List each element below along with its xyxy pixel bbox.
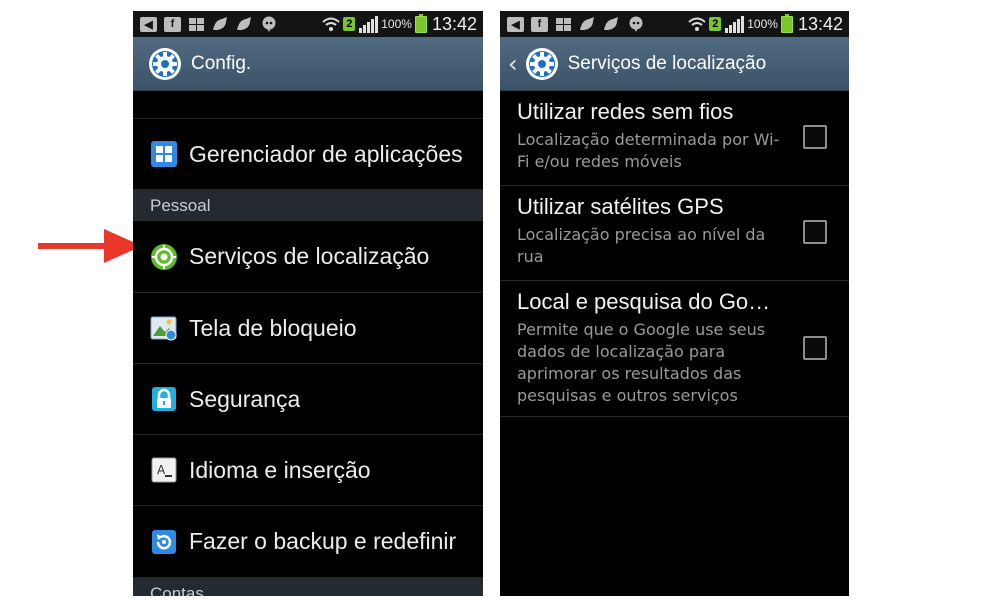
hangouts-icon <box>626 16 645 33</box>
list-item-language-input[interactable]: A Idioma e inserção <box>133 435 483 506</box>
bird-icon <box>235 16 254 33</box>
back-chevron-icon[interactable]: ‹ <box>508 50 518 78</box>
battery-icon <box>414 13 427 33</box>
list-item-label: Idioma e inserção <box>189 456 371 483</box>
list-item-partial <box>133 91 483 119</box>
list-item-label: Fazer o backup e redefinir <box>189 528 457 554</box>
backup-icon <box>152 529 176 554</box>
list-item-label: Tela de bloqueio <box>189 314 357 341</box>
list-item-label: Segurança <box>189 385 301 412</box>
location-services-screen: ◀ f 2 100% 13:42 ‹ Serviços de localizaç… <box>500 11 849 596</box>
checkbox-google-location-search[interactable] <box>803 336 827 360</box>
svg-text:A: A <box>157 463 166 477</box>
back-icon: ◀ <box>139 16 158 33</box>
windows-icon <box>187 16 206 33</box>
bird-icon <box>602 16 621 33</box>
status-bar: ◀ f 2 100% 13:42 <box>500 11 849 37</box>
clock: 13:42 <box>431 13 477 34</box>
lock-screen-icon <box>150 316 177 341</box>
signal-icon <box>359 15 379 33</box>
status-bar: ◀ f 2 100% 13:42 <box>133 11 483 37</box>
bird-icon <box>211 16 230 33</box>
clock: 13:42 <box>797 13 843 34</box>
hangouts-icon <box>259 16 278 33</box>
option-subtitle: Localização precisa ao nível da rua <box>517 225 766 266</box>
list-item-label: Serviços de localização <box>189 243 430 269</box>
option-wireless-networks[interactable]: Utilizar redes sem fios Localização dete… <box>500 91 849 186</box>
option-title: Local e pesquisa do Go… <box>517 289 771 314</box>
list-item-backup-reset[interactable]: Fazer o backup e redefinir <box>133 506 483 578</box>
action-bar: Config. <box>133 37 483 91</box>
padlock-icon <box>152 387 176 411</box>
option-subtitle: Localização determinada por Wi-Fi e/ou r… <box>517 130 780 171</box>
apps-grid-icon <box>151 141 177 167</box>
list-item-location-services[interactable]: Serviços de localização <box>133 221 483 293</box>
battery-icon <box>780 13 793 33</box>
battery-percent: 100% <box>381 17 412 31</box>
keyboard-icon: A <box>151 457 177 483</box>
wifi-icon <box>322 17 340 31</box>
checkbox-wireless-networks[interactable] <box>803 125 827 149</box>
settings-gear-icon <box>149 47 181 80</box>
option-subtitle: Permite que o Google use seus dados de l… <box>517 320 766 405</box>
section-header-personal: Pessoal <box>133 190 483 221</box>
settings-gear-icon <box>525 47 558 80</box>
facebook-icon: f <box>163 16 182 33</box>
list-item-lock-screen[interactable]: Tela de bloqueio <box>133 293 483 364</box>
facebook-icon: f <box>530 16 549 33</box>
back-icon: ◀ <box>506 16 525 33</box>
windows-icon <box>554 16 573 33</box>
list-item-label: Gerenciador de aplicações <box>189 140 463 167</box>
section-header-accounts: Contas <box>133 578 483 596</box>
location-icon <box>151 243 177 270</box>
page-title: Serviços de localização <box>567 52 767 74</box>
notification-badge: 2 <box>343 17 356 31</box>
checkbox-gps-satellites[interactable] <box>803 220 827 244</box>
action-bar[interactable]: ‹ Serviços de localização <box>500 37 849 91</box>
option-title: Utilizar redes sem fios <box>517 99 734 124</box>
settings-screen: ◀ f 2 100% 13:42 Config. Gerenciador de … <box>133 11 483 596</box>
notification-badge: 2 <box>709 17 722 31</box>
list-item-security[interactable]: Segurança <box>133 364 483 435</box>
wifi-icon <box>688 17 706 31</box>
battery-percent: 100% <box>747 17 778 31</box>
red-arrow-annotation <box>38 229 142 263</box>
bird-icon <box>578 16 597 33</box>
list-item-app-manager[interactable]: Gerenciador de aplicações <box>133 119 483 190</box>
option-gps-satellites[interactable]: Utilizar satélites GPS Localização preci… <box>500 186 849 281</box>
option-title: Utilizar satélites GPS <box>517 194 724 219</box>
signal-icon <box>725 15 745 33</box>
option-google-location-search[interactable]: Local e pesquisa do Go… Permite que o Go… <box>500 281 849 417</box>
page-title: Config. <box>191 52 252 74</box>
